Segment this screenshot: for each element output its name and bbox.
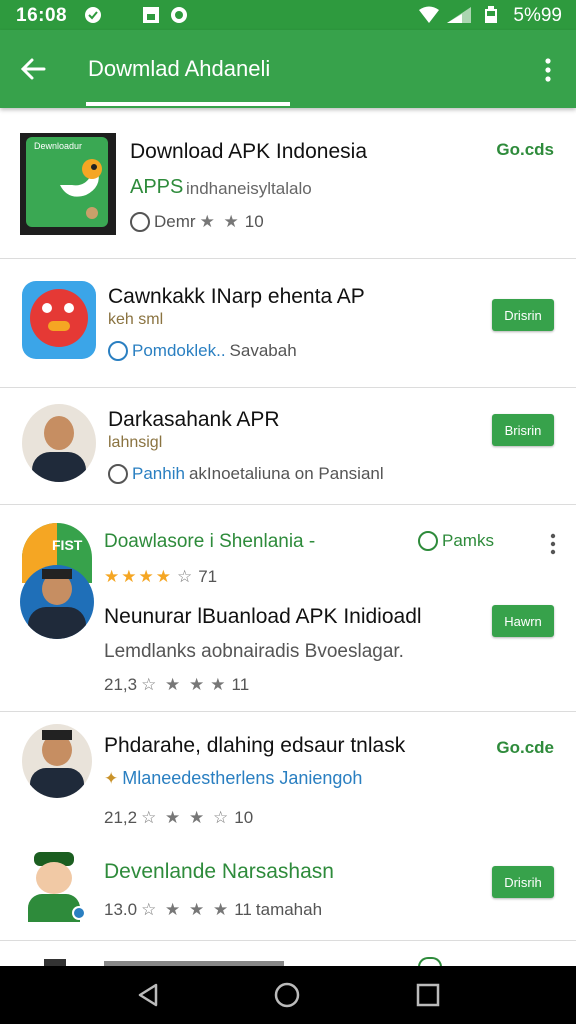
app-name: Devenlande Narsashasn <box>104 860 334 883</box>
app-meta: Pomdoklek.. Savabah <box>108 341 297 361</box>
meta-text: Savabah <box>229 341 297 360</box>
app-meta: 21,3 ☆ ★ ★ ★ 11 <box>104 675 249 695</box>
download-count: 21,3 <box>104 675 138 694</box>
list-item[interactable]: Darkasahank APR lahnsigl Panhih akInoeta… <box>0 388 576 504</box>
rating-stars: ☆ ★ ★ ☆ <box>141 808 231 827</box>
avatar <box>22 724 92 798</box>
app-meta: 21,2 ☆ ★ ★ ☆ 10 <box>104 808 253 828</box>
download-count: 21,2 <box>104 808 138 827</box>
list-item[interactable]: Cawnkakk INarp ehenta AP keh sml Pomdokl… <box>0 259 576 387</box>
install-button[interactable]: Drisrin <box>492 299 554 331</box>
price-label[interactable]: Go.cds <box>496 140 554 160</box>
app-developer: keh sml <box>108 311 164 328</box>
app-name: Download APK Indonesia <box>130 140 367 163</box>
app-meta: 13.0 ☆ ★ ★ ★ 11 tamahah <box>104 900 322 920</box>
recents-nav-icon[interactable] <box>414 981 442 1009</box>
price-label[interactable]: Go.cde <box>496 738 554 758</box>
install-button[interactable]: Brisrin <box>492 414 554 446</box>
record-icon <box>171 7 187 23</box>
page-title: Dowmlad Ahdaneli <box>88 56 271 81</box>
meta-link[interactable]: Pomdoklek.. <box>132 341 226 361</box>
rating-stars: ☆ ★ ★ ★ <box>141 900 231 919</box>
app-developer[interactable]: Mlaneedestherlens Janiengoh <box>122 768 362 789</box>
meta-text: tamahah <box>255 900 323 919</box>
back-nav-icon[interactable] <box>134 981 162 1009</box>
app-developer-lead: APPS <box>130 176 184 198</box>
info-icon <box>130 212 150 232</box>
app-name: Phdarahe, dlahing edsaur tnlask <box>104 734 406 757</box>
meta-text: akInoetaliuna on Pansianl <box>188 464 384 483</box>
rating-value: 11 <box>234 900 252 919</box>
rating-stars: ☆ ★ ★ <box>141 675 207 694</box>
thumbnail-label: FIST <box>52 537 83 553</box>
avatar <box>22 404 96 482</box>
back-arrow-icon[interactable] <box>18 54 48 84</box>
avatar <box>20 565 94 639</box>
link-icon <box>108 341 128 361</box>
category-badge[interactable]: Pamks <box>418 531 494 551</box>
list-item[interactable]: Phdarahe, dlahing edsaur tnlask ✦ Mlanee… <box>0 712 576 828</box>
notification-icon <box>85 7 101 23</box>
list-item[interactable]: Devenlande Narsashasn 13.0 ☆ ★ ★ ★ 11 ta… <box>0 828 576 940</box>
app-rating: ★★★★ ☆ 71 <box>104 567 217 587</box>
app-developer: indhaneisyltalalo <box>186 179 312 198</box>
ribbon-icon: ✦ <box>104 768 119 788</box>
app-name: Doawlasore i Shenlania - <box>104 531 316 552</box>
image-icon <box>143 7 159 23</box>
info-icon <box>108 464 128 484</box>
rating-value: 11 <box>231 675 250 694</box>
app-list: Dewnloadur Download APK Indonesia APPS i… <box>0 108 576 966</box>
app-developer-row: ✦ Mlaneedestherlens Janiengoh <box>104 768 362 789</box>
meta-link[interactable]: Panhih <box>132 464 185 484</box>
status-bar: 16:08 5%99 <box>0 0 576 30</box>
install-button[interactable]: Drisrih <box>492 866 554 898</box>
navigation-bar <box>0 966 576 1024</box>
avatar <box>24 848 86 922</box>
install-button[interactable]: Hawrn <box>492 605 554 637</box>
meta-text: Demr <box>154 212 196 231</box>
app-thumbnail <box>22 281 96 359</box>
app-name: Darkasahank APR <box>108 408 280 431</box>
app-developer: lahnsigl <box>108 434 163 451</box>
app-description: Lemdlanks aobnairadis Bvoeslagar. <box>104 641 404 662</box>
status-time: 16:08 <box>16 5 68 26</box>
list-item-partial[interactable] <box>0 941 576 966</box>
rating-value: 71 <box>198 567 218 586</box>
overflow-menu-icon[interactable] <box>538 56 558 84</box>
badge-label: Pamks <box>442 531 494 550</box>
home-nav-icon[interactable] <box>273 981 301 1009</box>
signal-icon <box>447 7 471 23</box>
app-bar: Dowmlad Ahdaneli <box>0 30 576 108</box>
tab-indicator <box>86 102 290 106</box>
rating-value: 10 <box>234 808 254 827</box>
app-meta: Panhih akInoetaliuna on Pansianl <box>108 464 384 484</box>
battery-level: 5%99 <box>513 5 562 26</box>
rating-star: ★ <box>210 675 228 694</box>
overflow-menu-icon[interactable] <box>548 533 558 555</box>
list-item[interactable]: Dewnloadur Download APK Indonesia APPS i… <box>0 108 576 258</box>
rating-star-empty: ☆ <box>176 567 195 586</box>
rating-stars: ★★★★ <box>104 567 173 586</box>
app-meta: Demr ★ ★ 10 <box>130 212 264 232</box>
app-title: Neunurar lBuanload APK Inidioadl <box>104 605 422 628</box>
rating-value: 10 <box>244 212 264 231</box>
wifi-icon <box>419 6 439 23</box>
list-item[interactable]: FIST Doawlasore i Shenlania - Pamks ★★★★… <box>0 505 576 711</box>
app-thumbnail: Dewnloadur <box>20 133 116 235</box>
bird-logo-icon <box>60 159 102 197</box>
battery-icon <box>485 6 497 23</box>
thumbnail-label: Dewnloadur <box>34 141 83 151</box>
rating-stars: ★ ★ <box>199 212 241 231</box>
check-icon <box>418 531 438 551</box>
download-count: 13.0 <box>104 900 138 919</box>
app-name: Cawnkakk INarp ehenta AP <box>108 285 365 308</box>
